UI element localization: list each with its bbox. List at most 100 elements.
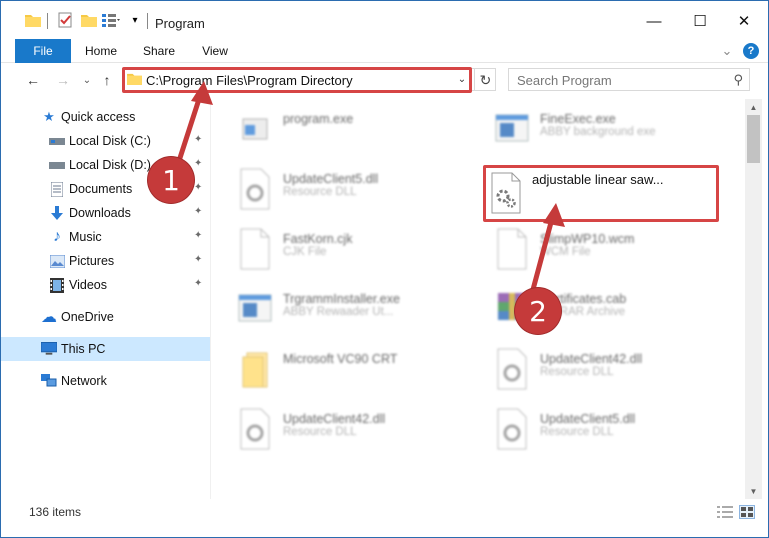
file-name: FineExec.exe — [540, 112, 616, 126]
pin-icon[interactable]: ✦ — [194, 254, 202, 265]
file-description: Resource DLL — [283, 426, 357, 438]
pin-icon[interactable]: ✦ — [194, 230, 202, 241]
customize-toolbar-icon[interactable]: ▾ — [125, 10, 145, 30]
file-tile[interactable]: SlimpWP10.wcm WCM File — [480, 219, 725, 277]
sidebar-item-label: Network — [61, 374, 107, 388]
file-name: TrgrammInstaller.exe — [283, 292, 400, 306]
app-window-icon — [492, 107, 532, 151]
file-tile[interactable]: UpdateClient5.dll Resource DLL — [480, 399, 725, 457]
search-icon[interactable]: ⚲ — [733, 72, 743, 88]
forward-button[interactable]: → — [53, 69, 73, 91]
refresh-button[interactable]: ↻ — [474, 69, 496, 91]
sidebar-item-label: Downloads — [69, 206, 131, 220]
sidebar-item-network[interactable]: Network — [1, 369, 210, 393]
sidebar-item-pictures[interactable]: Pictures ✦ — [1, 249, 210, 273]
help-icon[interactable]: ? — [743, 43, 759, 59]
folder-icon[interactable] — [23, 10, 43, 30]
file-tile[interactable]: FineExec.exe ABBY background exe — [480, 99, 725, 157]
tab-view[interactable]: View — [195, 39, 235, 63]
sidebar-item-label: Local Disk (C:) — [69, 134, 151, 148]
file-tile[interactable]: program.exe — [223, 99, 468, 157]
pane-splitter[interactable] — [210, 99, 211, 499]
highlighted-file-tile[interactable]: adjustable linear saw... — [483, 165, 719, 222]
file-tile[interactable]: Microsoft VC90 CRT — [223, 339, 468, 397]
pin-icon[interactable]: ✦ — [194, 158, 202, 169]
new-folder-icon[interactable] — [79, 10, 99, 30]
exe-icon — [235, 107, 275, 151]
toolbar-separator — [147, 13, 148, 29]
dll-icon — [235, 407, 275, 451]
pin-icon[interactable]: ✦ — [194, 278, 202, 289]
documents-icon — [49, 181, 65, 197]
sidebar-item-this-pc[interactable]: This PC — [1, 337, 210, 361]
address-row: ← → ⌄ ↑ C:\Program Files\Program Directo… — [1, 63, 768, 99]
file-name: Microsoft VC90 CRT — [283, 352, 398, 366]
toolbar-separator — [47, 13, 48, 29]
app-window-icon — [235, 287, 275, 331]
pin-icon[interactable]: ✦ — [194, 206, 202, 217]
scroll-thumb[interactable] — [747, 115, 760, 163]
search-box[interactable]: Search Program ⚲ — [508, 68, 750, 91]
star-icon: ★ — [43, 109, 55, 124]
sidebar-item-label: Pictures — [69, 254, 115, 268]
scroll-up-icon[interactable]: ▲ — [745, 99, 762, 115]
address-dropdown-icon[interactable]: ⌄ — [455, 71, 469, 87]
sidebar-item-label: Quick access — [61, 110, 136, 124]
minimize-button[interactable]: — — [631, 7, 677, 35]
file-tile[interactable]: UpdateClient42.dll Resource DLL — [223, 399, 468, 457]
file-list: program.exe FineExec.exe ABBY background… — [223, 99, 745, 499]
details-view-icon[interactable] — [717, 505, 733, 519]
sidebar-item-quick-access[interactable]: ★ Quick access — [1, 105, 210, 129]
video-icon — [49, 277, 65, 293]
generic-file-icon — [235, 227, 275, 271]
item-count: 136 items — [29, 505, 82, 519]
back-button[interactable]: ← — [23, 69, 43, 91]
file-name: SlimpWP10.wcm — [540, 232, 635, 246]
close-button[interactable]: ✕ — [721, 7, 767, 35]
sidebar-item-local-disk-c[interactable]: Local Disk (C:) ✦ — [1, 129, 210, 153]
pictures-icon — [49, 253, 65, 269]
tab-file[interactable]: File — [15, 39, 71, 63]
file-tile[interactable]: UpdateClient42.dll Resource DLL — [480, 339, 725, 397]
file-description: ABBY Rewaader Ut... — [283, 306, 394, 318]
file-tile[interactable]: UpdateClient5.dll Resource DLL — [223, 159, 468, 217]
file-name: UpdateClient42.dll — [283, 412, 386, 426]
tab-share[interactable]: Share — [137, 39, 181, 63]
file-name: program.exe — [283, 112, 354, 126]
explorer-window: ▾ Program — ☐ ✕ File Home Share View ⌄ ?… — [0, 0, 769, 538]
vertical-scrollbar[interactable]: ▲ ▼ — [745, 99, 762, 499]
folder-icon — [235, 347, 275, 391]
dll-icon — [492, 347, 532, 391]
expand-ribbon-icon[interactable]: ⌄ — [719, 39, 735, 63]
sidebar-item-label: OneDrive — [61, 310, 114, 324]
computer-icon — [41, 341, 57, 357]
search-input[interactable]: Search Program — [517, 73, 612, 88]
large-icons-view-icon[interactable] — [739, 505, 755, 519]
file-description: ABBY background exe — [540, 126, 656, 138]
up-button[interactable]: ↑ — [97, 69, 117, 91]
file-description: Resource DLL — [540, 426, 614, 438]
callout-badge-1: 1 — [148, 157, 194, 203]
pin-icon[interactable]: ✦ — [194, 134, 202, 145]
sidebar-item-videos[interactable]: Videos ✦ — [1, 273, 210, 297]
file-name: UpdateClient5.dll — [540, 412, 636, 426]
recent-locations-button[interactable]: ⌄ — [77, 69, 97, 91]
view-details-icon[interactable] — [101, 10, 121, 30]
properties-icon[interactable] — [55, 10, 75, 30]
pin-icon[interactable]: ✦ — [194, 182, 202, 193]
music-icon: ♪ — [53, 228, 61, 245]
settings-file-icon — [488, 172, 524, 217]
address-highlight-box — [122, 67, 472, 93]
file-tile[interactable]: TrgrammInstaller.exe ABBY Rewaader Ut... — [223, 279, 468, 337]
tab-home[interactable]: Home — [79, 39, 123, 63]
file-name: UpdateClient5.dll — [283, 172, 379, 186]
file-description: Resource DLL — [540, 366, 614, 378]
sidebar-item-downloads[interactable]: Downloads ✦ — [1, 201, 210, 225]
sidebar-item-onedrive[interactable]: ☁ OneDrive — [1, 305, 210, 329]
sidebar-item-music[interactable]: ♪ Music ✦ — [1, 225, 210, 249]
ribbon-tabs: File Home Share View ⌄ ? — [1, 39, 768, 63]
maximize-button[interactable]: ☐ — [677, 7, 723, 35]
file-description: WCM File — [540, 246, 591, 258]
file-tile[interactable]: FastKorn.cjk CJK File — [223, 219, 468, 277]
scroll-down-icon[interactable]: ▼ — [745, 483, 762, 499]
